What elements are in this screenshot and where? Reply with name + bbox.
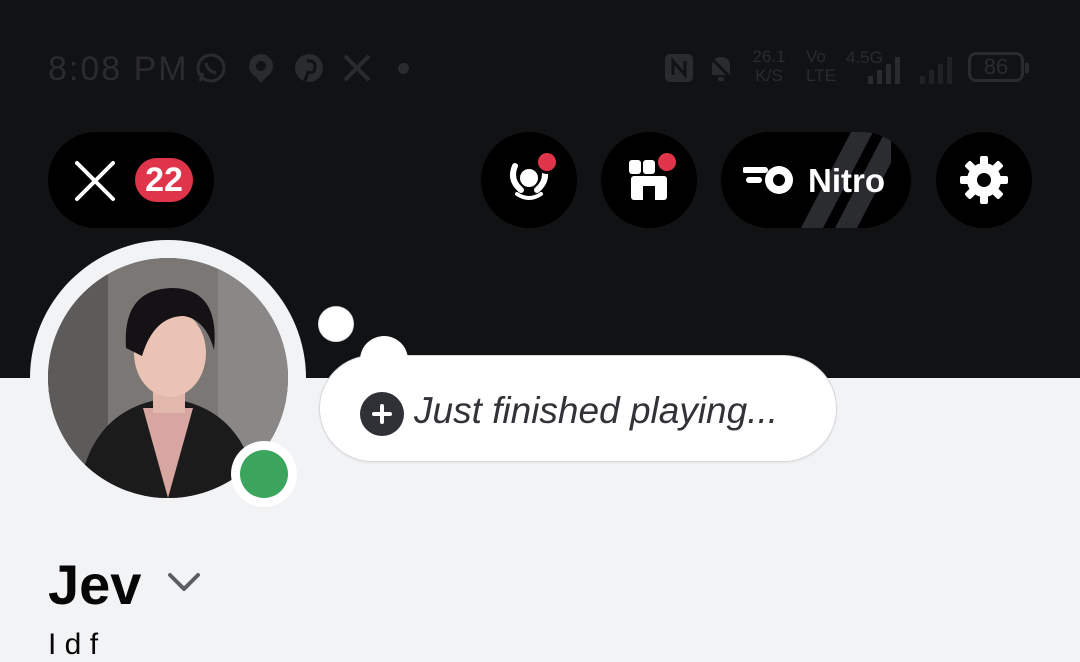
x-logo-icon [340, 51, 374, 85]
online-status-indicator [240, 450, 288, 498]
chevron-down-icon[interactable] [166, 570, 202, 594]
pinterest-icon [292, 51, 326, 85]
more-notifications-dot [398, 63, 409, 74]
nitro-icon [743, 166, 793, 194]
thought-bubble-small [318, 306, 354, 342]
nitro-button[interactable]: Nitro [721, 132, 911, 228]
settings-button[interactable] [936, 132, 1032, 228]
battery-indicator: 86 [968, 52, 1029, 82]
thought-bubble-mid [360, 336, 408, 384]
status-time: 8:08 PM [48, 50, 189, 88]
volte-top: Vo [806, 47, 826, 66]
add-status-icon[interactable] [360, 392, 404, 436]
signal-sim2-icon [918, 54, 958, 84]
volte-bottom: LTE [806, 66, 836, 85]
signal-icon [866, 54, 906, 84]
close-button[interactable]: 22 [48, 132, 214, 228]
network-speed-unit: K/S [755, 66, 783, 85]
notification-badge: 22 [135, 158, 193, 202]
nitro-label: Nitro [808, 162, 885, 199]
gear-icon [960, 156, 1008, 204]
location-icon [244, 51, 278, 85]
status-bar: 8:08 PM 26.1 K/S Vo LTE 4.5G 86 [0, 40, 1080, 96]
nfc-icon [662, 51, 696, 85]
status-prompt: Just finished playing... [414, 390, 779, 431]
profile-subtext: I d f [48, 628, 99, 661]
shop-notification-dot [655, 150, 679, 174]
shop-button[interactable] [601, 132, 697, 228]
network-speed: 26.1 K/S [748, 47, 790, 85]
quests-button[interactable] [481, 132, 577, 228]
close-icon [75, 161, 115, 201]
volte-indicator: Vo LTE [806, 47, 836, 85]
quests-notification-dot [535, 150, 559, 174]
bell-muted-icon [704, 51, 738, 85]
display-name[interactable]: Jev [48, 552, 141, 617]
network-speed-value: 26.1 [752, 47, 786, 66]
whatsapp-icon [194, 51, 228, 85]
